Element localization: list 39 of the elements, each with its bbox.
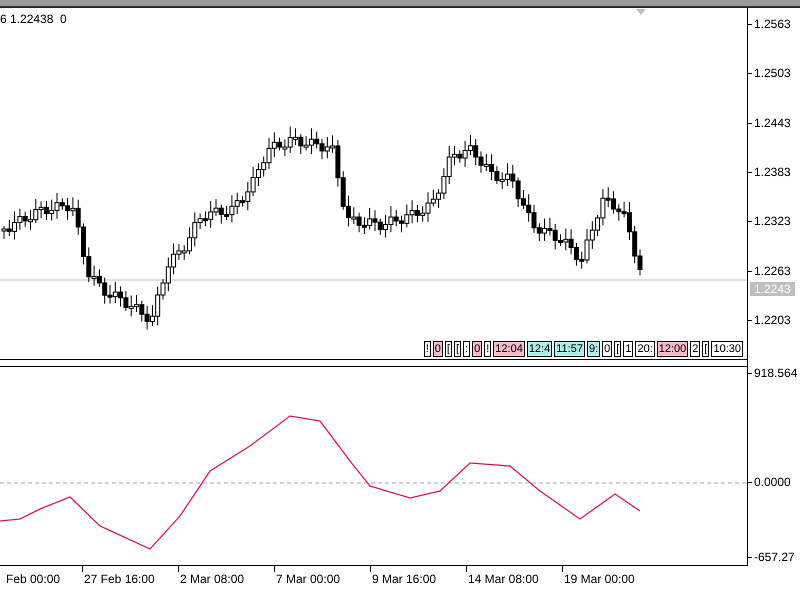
event-tag[interactable]: 9: <box>586 341 600 357</box>
price-axis-label: 1.2323 <box>754 214 791 228</box>
event-tag[interactable]: [ <box>444 341 452 357</box>
triangle-icon <box>636 9 646 15</box>
time-axis-label: 7 Mar 00:00 <box>276 572 340 586</box>
event-tag[interactable]: 11:57 <box>554 341 585 357</box>
event-tag[interactable]: 0 <box>602 341 612 357</box>
event-tag[interactable]: 12:04 <box>493 341 525 357</box>
price-readout: 6 1.22438 0 <box>0 12 67 26</box>
event-tag[interactable]: 12:00 <box>656 341 688 357</box>
price-axis-label: 1.2443 <box>754 116 791 130</box>
price-axis-label: 1.2503 <box>754 66 791 80</box>
event-tag[interactable]: 20: <box>635 341 655 357</box>
event-tag[interactable]: [ <box>454 341 462 357</box>
indicator-axis-label: -657.27 <box>754 550 795 564</box>
time-axis-label: 9 Mar 16:00 <box>372 572 436 586</box>
time-axis-label: 14 Mar 08:00 <box>468 572 539 586</box>
time-axis-label: 27 Feb 16:00 <box>84 572 155 586</box>
indicator-axis-label: 918.564 <box>754 366 798 380</box>
event-tag[interactable]: 2 <box>690 341 700 357</box>
event-tag[interactable]: [ <box>614 341 622 357</box>
time-axis-label: 19 Mar 00:00 <box>564 572 635 586</box>
time-axis-label: Feb 00:00 <box>6 572 60 586</box>
price-axis-label: 1.2203 <box>754 312 791 327</box>
event-tag[interactable]: ! <box>484 341 492 357</box>
time-axis-label: 2 Mar 08:00 <box>180 572 244 586</box>
event-tag[interactable]: 10:30 <box>711 341 743 357</box>
price-axis-label: 1.2383 <box>754 164 791 179</box>
indicator-axis-label: 0.0000 <box>754 475 791 489</box>
price-axis-label: 1.2263 <box>754 264 791 278</box>
event-tag[interactable]: 1 <box>623 341 634 357</box>
event-tag[interactable]: 0 <box>432 341 443 357</box>
event-tag[interactable]: 12:4 <box>526 341 552 357</box>
current-price-label: 1.2243 <box>750 282 795 296</box>
event-tag[interactable]: 0 <box>472 341 482 357</box>
event-tag[interactable]: [ <box>702 341 710 357</box>
price-axis-label: 1.2563 <box>754 17 791 31</box>
event-tag[interactable]: ! <box>424 341 431 357</box>
event-tag[interactable]: : <box>463 341 470 357</box>
